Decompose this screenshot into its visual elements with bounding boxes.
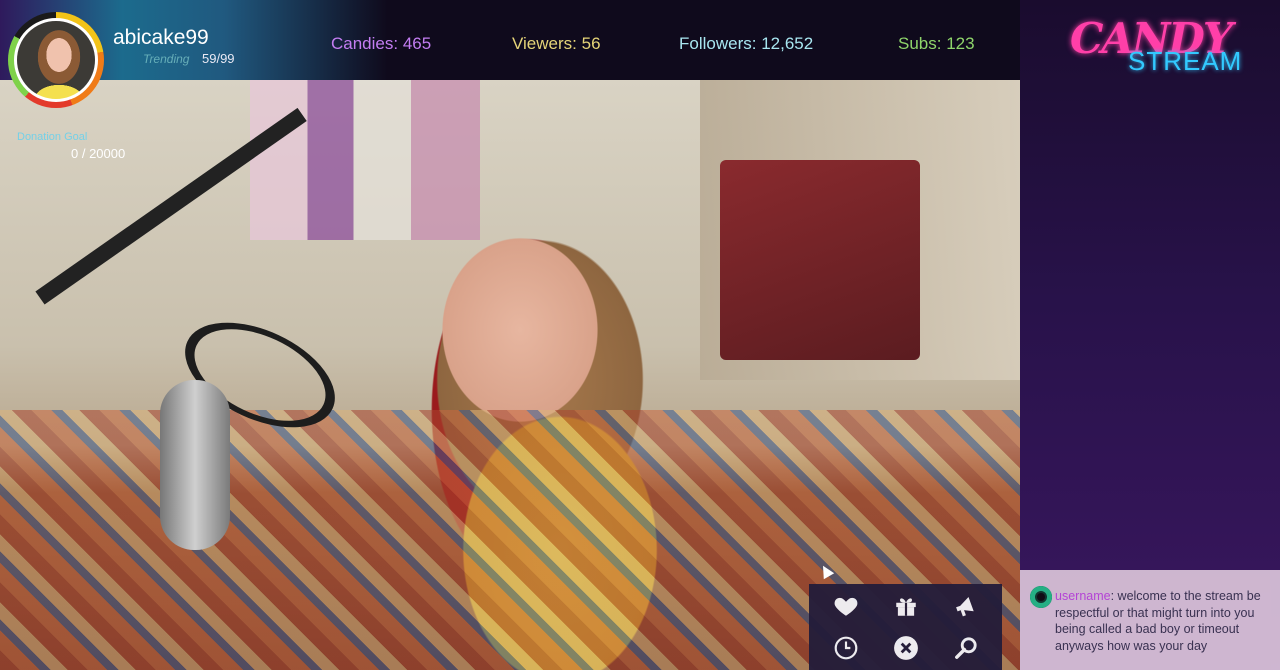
gift-icon bbox=[893, 593, 919, 624]
stat-candies: Candies: 465 bbox=[331, 34, 431, 54]
stat-value: 123 bbox=[946, 34, 975, 53]
candy-stream-logo: CANDY STREAM bbox=[1048, 8, 1278, 78]
stream-video[interactable] bbox=[0, 80, 1020, 670]
close-icon bbox=[893, 635, 919, 666]
chat-status-icon bbox=[1030, 586, 1052, 608]
trending-label: Trending bbox=[143, 52, 190, 66]
chat-message: username: welcome to the stream be respe… bbox=[1020, 570, 1280, 670]
heart-button[interactable] bbox=[826, 588, 866, 628]
stat-subs: Subs: 123 bbox=[898, 34, 975, 54]
heart-icon bbox=[833, 593, 859, 624]
clock-icon bbox=[833, 635, 859, 666]
streamer-username[interactable]: abicake99 bbox=[113, 26, 209, 50]
stat-value: 465 bbox=[402, 34, 432, 53]
stat-viewers: Viewers: 56 bbox=[512, 34, 601, 54]
search-button[interactable] bbox=[946, 630, 986, 670]
stat-label: Candies: bbox=[331, 34, 399, 53]
chat-status-dot bbox=[1037, 593, 1045, 601]
donation-goal-value: 0 / 20000 bbox=[71, 146, 126, 161]
gift-button[interactable] bbox=[886, 588, 926, 628]
clock-button[interactable] bbox=[826, 630, 866, 670]
stat-label: Viewers: bbox=[512, 34, 577, 53]
close-button[interactable] bbox=[886, 630, 926, 670]
stat-label: Subs: bbox=[898, 34, 942, 53]
stat-value: 56 bbox=[581, 34, 601, 53]
background-dresser bbox=[720, 160, 920, 360]
stat-label: Followers: bbox=[679, 34, 757, 53]
search-icon bbox=[953, 635, 979, 666]
logo-text-bottom: STREAM bbox=[1128, 46, 1243, 76]
microphone bbox=[160, 380, 230, 550]
action-toolbar bbox=[809, 584, 1002, 670]
megaphone-icon bbox=[953, 593, 979, 624]
megaphone-button[interactable] bbox=[946, 588, 986, 628]
side-panel: CANDY STREAM username: welcome to the st… bbox=[1020, 0, 1280, 670]
chat-message-text: username: welcome to the stream be respe… bbox=[1055, 588, 1277, 654]
stream-header: abicake99 Trending 59/99 Candies: 465 Vi… bbox=[0, 0, 1020, 80]
donation-goal-label: Donation Goal bbox=[17, 131, 88, 143]
avatar[interactable] bbox=[14, 18, 98, 102]
stat-followers: Followers: 12,652 bbox=[679, 34, 813, 54]
chat-username[interactable]: username bbox=[1055, 589, 1111, 603]
stat-value: 12,652 bbox=[761, 34, 814, 53]
background-clothes bbox=[250, 80, 480, 240]
trending-value: 59/99 bbox=[202, 51, 235, 66]
streamer-avatar-wrap[interactable] bbox=[8, 12, 104, 108]
